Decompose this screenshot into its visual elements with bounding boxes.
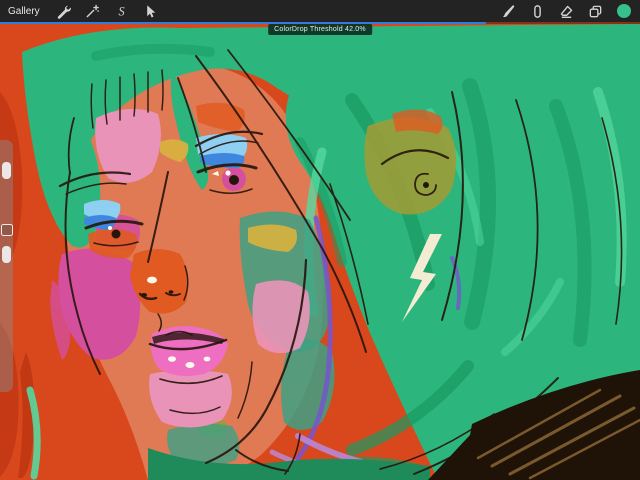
eraser-icon[interactable] xyxy=(558,3,574,19)
painting xyxy=(0,22,640,480)
selection-s-icon[interactable]: S xyxy=(114,3,130,19)
svg-text:S: S xyxy=(119,4,125,18)
procreate-window: ColorDrop Threshold 42.0% Gallery xyxy=(0,0,640,480)
magic-wand-icon[interactable] xyxy=(85,3,101,19)
toolbar-left-group: Gallery S xyxy=(8,3,159,19)
brush-size-slider[interactable] xyxy=(2,162,11,179)
colordrop-threshold-badge: ColorDrop Threshold 42.0% xyxy=(268,24,372,35)
colordrop-threshold-line xyxy=(0,22,486,24)
toolbar-right-group xyxy=(500,3,632,19)
brush-icon[interactable] xyxy=(500,3,516,19)
transform-arrow-icon[interactable] xyxy=(143,3,159,19)
gallery-button[interactable]: Gallery xyxy=(8,6,40,17)
modify-button[interactable] xyxy=(1,224,13,236)
layers-icon[interactable] xyxy=(587,3,603,19)
top-toolbar: Gallery S xyxy=(0,0,640,22)
brush-sidebar xyxy=(0,140,13,392)
smudge-icon[interactable] xyxy=(529,3,545,19)
opacity-slider[interactable] xyxy=(2,246,11,263)
canvas[interactable] xyxy=(0,22,640,480)
color-swatch[interactable] xyxy=(616,3,632,19)
wrench-icon[interactable] xyxy=(56,3,72,19)
